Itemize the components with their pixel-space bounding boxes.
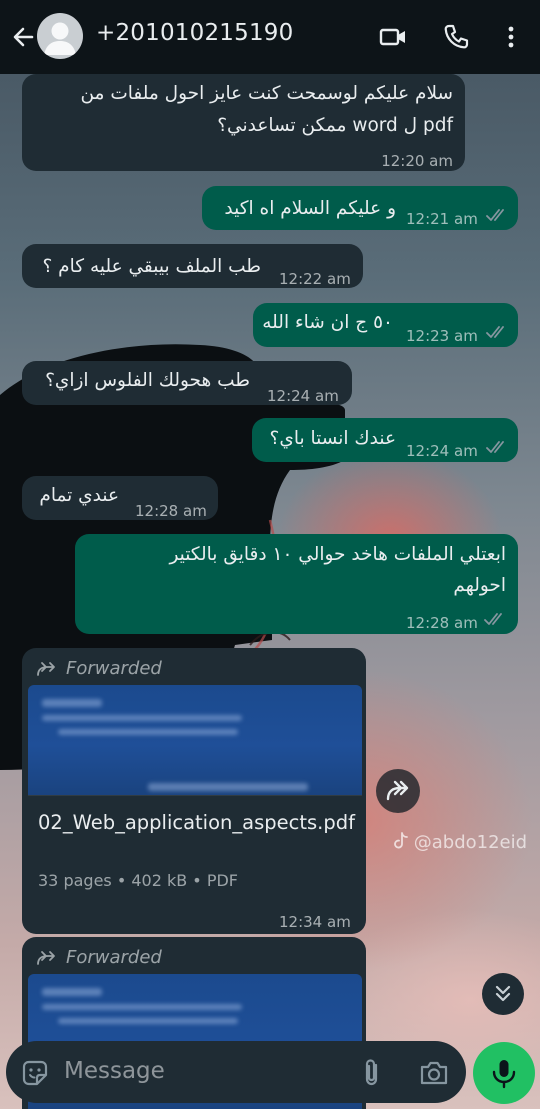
message-incoming[interactable]: سلام عليكم لوسمحت كنت عايز احول ملفات من…: [22, 74, 465, 171]
contact-name[interactable]: +201010215190: [96, 20, 293, 46]
message-timestamp: 12:20 am: [381, 152, 453, 170]
share-forward-icon: [386, 780, 409, 801]
paperclip-icon[interactable]: [358, 1057, 386, 1089]
watermark-text: @abdo12eid: [413, 832, 528, 853]
avatar[interactable]: [37, 13, 83, 59]
message-timestamp: 12:24 am: [406, 442, 478, 460]
watermark: @abdo12eid: [394, 832, 527, 853]
message-timestamp: 12:24 am: [267, 387, 339, 405]
message-outgoing[interactable]: ابعتلي الملفات هاخد حوالي ١٠ دقايق بالكت…: [75, 534, 518, 634]
message-incoming[interactable]: عندي تمام 12:28 am: [22, 476, 218, 520]
read-ticks-icon: [486, 441, 504, 453]
message-timestamp: 12:22 am: [279, 270, 351, 288]
message-text: طب الملف بيبقي عليه كام ؟: [42, 256, 261, 277]
read-ticks-icon: [486, 209, 504, 221]
chevron-double-down-icon: [495, 985, 511, 1002]
message-timestamp: 12:34 am: [279, 913, 351, 931]
forward-button[interactable]: [376, 769, 420, 813]
message-text: ٥٠ ج ان شاء الله: [262, 312, 393, 333]
message-text-line: احولهم: [453, 575, 506, 596]
forwarded-arrow-icon: [37, 661, 55, 676]
video-call-icon[interactable]: [378, 22, 408, 52]
forwarded-label: Forwarded: [36, 944, 162, 971]
microphone-icon: [492, 1060, 516, 1089]
chat-header: +201010215190: [0, 0, 540, 74]
forwarded-text: Forwarded: [66, 658, 162, 679]
forwarded-arrow-icon: [37, 950, 55, 965]
message-text: عندك انستا باي؟: [269, 428, 396, 449]
message-incoming[interactable]: طب هحولك الفلوس ازاي؟ 12:24 am: [22, 361, 352, 405]
person-avatar-icon: [44, 22, 76, 55]
forwarded-text: Forwarded: [66, 947, 162, 968]
camera-icon[interactable]: [418, 1058, 450, 1088]
more-vertical-icon[interactable]: [496, 22, 526, 52]
message-outgoing[interactable]: و عليكم السلام اه اكيد 12:21 am: [202, 186, 518, 230]
message-input[interactable]: Message: [64, 1058, 165, 1084]
message-outgoing[interactable]: عندك انستا باي؟ 12:24 am: [252, 418, 518, 462]
sticker-icon[interactable]: [20, 1058, 50, 1088]
message-timestamp: 12:21 am: [406, 210, 478, 228]
forwarded-label: Forwarded: [36, 655, 162, 682]
scroll-to-bottom-button[interactable]: [482, 973, 524, 1015]
document-preview[interactable]: [28, 685, 362, 795]
message-text: و عليكم السلام اه اكيد: [224, 198, 396, 219]
message-text-line: ابعتلي الملفات هاخد حوالي ١٠ دقايق بالكت…: [169, 544, 506, 565]
tiktok-logo-icon: [394, 832, 408, 849]
message-timestamp: 12:28 am: [406, 614, 478, 632]
document-filename[interactable]: 02_Web_application_aspects.pdf: [38, 810, 368, 836]
message-timestamp: 12:23 am: [406, 327, 478, 345]
message-text-line: pdf ل word ممكن تساعدني؟: [217, 115, 453, 136]
voice-message-button[interactable]: [473, 1042, 535, 1104]
message-timestamp: 12:28 am: [135, 502, 207, 520]
message-text: طب هحولك الفلوس ازاي؟: [45, 370, 250, 391]
document-meta: 33 pages • 402 kB • PDF: [38, 871, 238, 890]
message-text-line: سلام عليكم لوسمحت كنت عايز احول ملفات من: [80, 83, 453, 104]
message-text: عندي تمام: [39, 485, 119, 506]
message-outgoing[interactable]: ٥٠ ج ان شاء الله 12:23 am: [253, 303, 518, 347]
message-incoming[interactable]: طب الملف بيبقي عليه كام ؟ 12:22 am: [22, 244, 363, 288]
read-ticks-icon: [484, 613, 502, 625]
forwarded-document-message[interactable]: Forwarded 02_Web_application_aspects.pdf…: [22, 648, 366, 934]
arrow-left-icon[interactable]: [8, 22, 38, 52]
read-ticks-icon: [486, 326, 504, 338]
phone-icon[interactable]: [441, 22, 471, 52]
